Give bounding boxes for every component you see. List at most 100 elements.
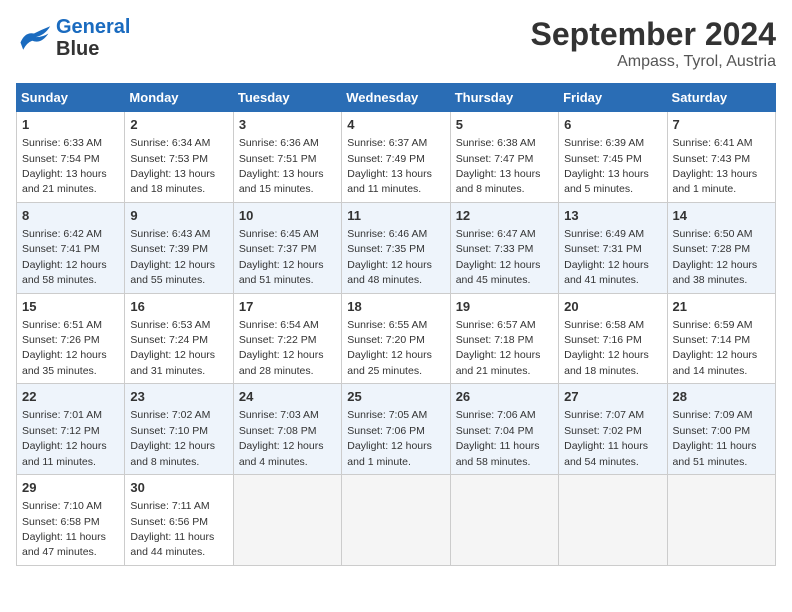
day-number: 15 xyxy=(22,298,119,316)
day-number: 4 xyxy=(347,116,444,134)
day-number: 16 xyxy=(130,298,227,316)
sunset: Sunset: 6:56 PM xyxy=(130,516,208,528)
day-number: 24 xyxy=(239,388,336,406)
sunrise: Sunrise: 6:51 AM xyxy=(22,319,102,331)
sunset: Sunset: 7:02 PM xyxy=(564,425,642,437)
day-number: 19 xyxy=(456,298,553,316)
sunset: Sunset: 7:14 PM xyxy=(673,334,751,346)
calendar-cell: 24 Sunrise: 7:03 AM Sunset: 7:08 PM Dayl… xyxy=(233,384,341,475)
daylight: Daylight: 13 hours and 21 minutes. xyxy=(22,168,107,195)
sunset: Sunset: 7:20 PM xyxy=(347,334,425,346)
day-number: 23 xyxy=(130,388,227,406)
daylight: Daylight: 13 hours and 5 minutes. xyxy=(564,168,649,195)
month-title: September 2024 xyxy=(531,16,776,53)
daylight: Daylight: 12 hours and 1 minute. xyxy=(347,440,432,467)
logo-icon xyxy=(16,24,52,52)
sunrise: Sunrise: 7:03 AM xyxy=(239,409,319,421)
sunset: Sunset: 7:26 PM xyxy=(22,334,100,346)
weekday-header-friday: Friday xyxy=(559,84,667,112)
calendar-cell: 29 Sunrise: 7:10 AM Sunset: 6:58 PM Dayl… xyxy=(17,475,125,566)
daylight: Daylight: 11 hours and 47 minutes. xyxy=(22,531,106,558)
daylight: Daylight: 12 hours and 48 minutes. xyxy=(347,259,432,286)
sunrise: Sunrise: 6:55 AM xyxy=(347,319,427,331)
day-number: 18 xyxy=(347,298,444,316)
calendar-cell: 18 Sunrise: 6:55 AM Sunset: 7:20 PM Dayl… xyxy=(342,293,450,384)
logo-general: General xyxy=(56,16,130,38)
day-number: 20 xyxy=(564,298,661,316)
sunset: Sunset: 7:24 PM xyxy=(130,334,208,346)
sunrise: Sunrise: 6:59 AM xyxy=(673,319,753,331)
daylight: Daylight: 12 hours and 21 minutes. xyxy=(456,349,541,376)
sunset: Sunset: 6:58 PM xyxy=(22,516,100,528)
calendar-cell xyxy=(233,475,341,566)
day-number: 13 xyxy=(564,207,661,225)
calendar-cell xyxy=(559,475,667,566)
day-number: 30 xyxy=(130,479,227,497)
calendar-cell: 2 Sunrise: 6:34 AM Sunset: 7:53 PM Dayli… xyxy=(125,112,233,203)
daylight: Daylight: 12 hours and 25 minutes. xyxy=(347,349,432,376)
day-number: 9 xyxy=(130,207,227,225)
sunrise: Sunrise: 6:43 AM xyxy=(130,228,210,240)
calendar-cell: 23 Sunrise: 7:02 AM Sunset: 7:10 PM Dayl… xyxy=(125,384,233,475)
sunset: Sunset: 7:08 PM xyxy=(239,425,317,437)
day-number: 14 xyxy=(673,207,770,225)
sunrise: Sunrise: 6:57 AM xyxy=(456,319,536,331)
day-number: 6 xyxy=(564,116,661,134)
weekday-header-tuesday: Tuesday xyxy=(233,84,341,112)
sunset: Sunset: 7:31 PM xyxy=(564,243,642,255)
sunset: Sunset: 7:45 PM xyxy=(564,153,642,165)
calendar-cell: 14 Sunrise: 6:50 AM Sunset: 7:28 PM Dayl… xyxy=(667,202,775,293)
sunrise: Sunrise: 7:02 AM xyxy=(130,409,210,421)
location: Ampass, Tyrol, Austria xyxy=(531,53,776,71)
day-number: 7 xyxy=(673,116,770,134)
day-number: 2 xyxy=(130,116,227,134)
sunset: Sunset: 7:33 PM xyxy=(456,243,534,255)
sunset: Sunset: 7:00 PM xyxy=(673,425,751,437)
day-number: 21 xyxy=(673,298,770,316)
daylight: Daylight: 12 hours and 8 minutes. xyxy=(130,440,215,467)
calendar-cell: 30 Sunrise: 7:11 AM Sunset: 6:56 PM Dayl… xyxy=(125,475,233,566)
sunrise: Sunrise: 7:10 AM xyxy=(22,500,102,512)
sunset: Sunset: 7:10 PM xyxy=(130,425,208,437)
calendar-cell: 7 Sunrise: 6:41 AM Sunset: 7:43 PM Dayli… xyxy=(667,112,775,203)
sunrise: Sunrise: 7:07 AM xyxy=(564,409,644,421)
daylight: Daylight: 13 hours and 15 minutes. xyxy=(239,168,324,195)
daylight: Daylight: 12 hours and 51 minutes. xyxy=(239,259,324,286)
sunset: Sunset: 7:49 PM xyxy=(347,153,425,165)
calendar-cell: 16 Sunrise: 6:53 AM Sunset: 7:24 PM Dayl… xyxy=(125,293,233,384)
daylight: Daylight: 13 hours and 11 minutes. xyxy=(347,168,432,195)
logo: General Blue xyxy=(16,16,130,60)
day-number: 8 xyxy=(22,207,119,225)
daylight: Daylight: 13 hours and 1 minute. xyxy=(673,168,758,195)
calendar-cell xyxy=(450,475,558,566)
sunrise: Sunrise: 7:11 AM xyxy=(130,500,209,512)
day-number: 5 xyxy=(456,116,553,134)
day-number: 27 xyxy=(564,388,661,406)
calendar-cell xyxy=(667,475,775,566)
sunrise: Sunrise: 6:42 AM xyxy=(22,228,102,240)
sunrise: Sunrise: 7:06 AM xyxy=(456,409,536,421)
logo-blue: Blue xyxy=(56,38,99,60)
sunset: Sunset: 7:16 PM xyxy=(564,334,642,346)
calendar-cell: 26 Sunrise: 7:06 AM Sunset: 7:04 PM Dayl… xyxy=(450,384,558,475)
calendar-cell: 20 Sunrise: 6:58 AM Sunset: 7:16 PM Dayl… xyxy=(559,293,667,384)
title-block: September 2024 Ampass, Tyrol, Austria xyxy=(531,16,776,71)
day-number: 17 xyxy=(239,298,336,316)
calendar-cell: 28 Sunrise: 7:09 AM Sunset: 7:00 PM Dayl… xyxy=(667,384,775,475)
calendar-cell: 8 Sunrise: 6:42 AM Sunset: 7:41 PM Dayli… xyxy=(17,202,125,293)
daylight: Daylight: 12 hours and 31 minutes. xyxy=(130,349,215,376)
sunrise: Sunrise: 6:34 AM xyxy=(130,137,210,149)
sunrise: Sunrise: 6:47 AM xyxy=(456,228,536,240)
weekday-header-sunday: Sunday xyxy=(17,84,125,112)
calendar-cell: 6 Sunrise: 6:39 AM Sunset: 7:45 PM Dayli… xyxy=(559,112,667,203)
day-number: 10 xyxy=(239,207,336,225)
sunrise: Sunrise: 6:50 AM xyxy=(673,228,753,240)
daylight: Daylight: 12 hours and 45 minutes. xyxy=(456,259,541,286)
daylight: Daylight: 11 hours and 54 minutes. xyxy=(564,440,648,467)
daylight: Daylight: 11 hours and 51 minutes. xyxy=(673,440,757,467)
calendar-cell: 17 Sunrise: 6:54 AM Sunset: 7:22 PM Dayl… xyxy=(233,293,341,384)
daylight: Daylight: 12 hours and 35 minutes. xyxy=(22,349,107,376)
calendar-cell: 4 Sunrise: 6:37 AM Sunset: 7:49 PM Dayli… xyxy=(342,112,450,203)
calendar-cell: 21 Sunrise: 6:59 AM Sunset: 7:14 PM Dayl… xyxy=(667,293,775,384)
daylight: Daylight: 12 hours and 41 minutes. xyxy=(564,259,649,286)
